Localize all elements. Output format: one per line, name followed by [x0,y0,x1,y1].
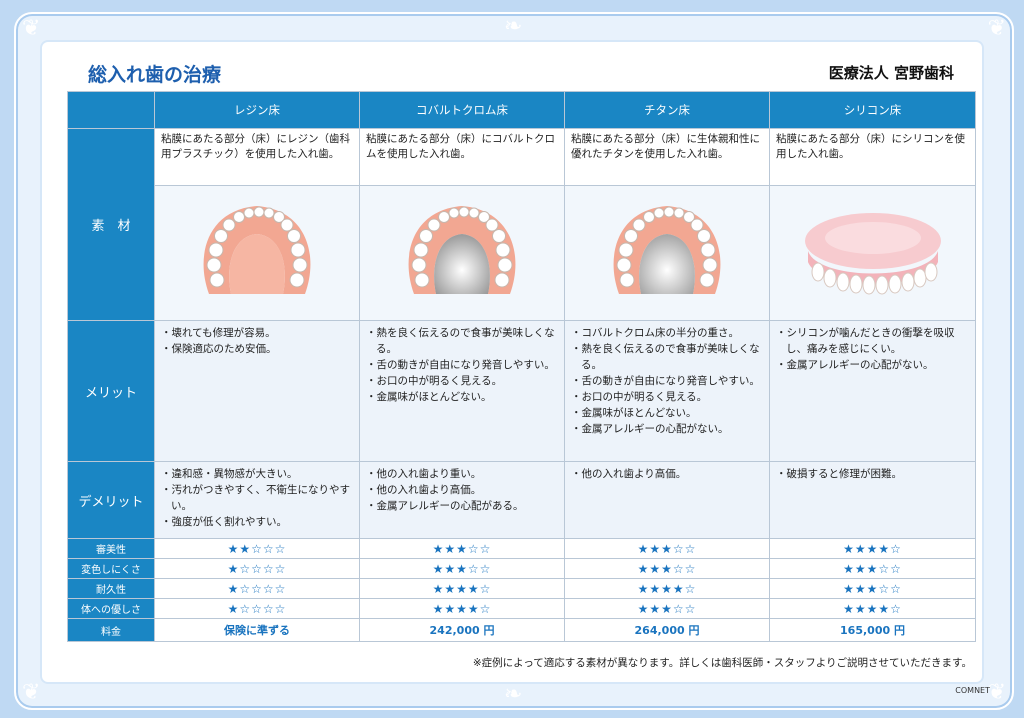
document-page: 総入れ歯の治療 医療法人 宮野歯科 レジン床 コバルトクロム床 チタン床 シリコ… [42,42,982,682]
star-rating: ★★★☆☆ [769,578,976,599]
list-item: ・熱を良く伝えるので食事が美味しくなる。 [571,343,760,371]
table-row: デメリット ・違和感・異物感が大きい。 ・汚れがつきやすく、不衛生になりやすい。… [67,461,976,539]
resin-denture-image [154,185,360,321]
cobalt-chrome-denture-image [359,185,565,321]
list-item: ・熱を良く伝えるので食事が美味しくなる。 [366,327,555,355]
rating-row: 審美性 ★★☆☆☆ ★★★☆☆ ★★★☆☆ ★★★★☆ [67,538,976,559]
list-item: ・金属アレルギーの心配がある。 [366,500,524,512]
rating-label: 審美性 [67,538,155,559]
ornament-icon: ❦ [22,680,41,705]
material-description: 粘膜にあたる部分（床）にレジン（歯科用プラスチック）を使用した入れ歯。 [154,128,360,186]
clinic-name: 医療法人 宮野歯科 [828,64,954,82]
list-item: ・お口の中が明るく見える。 [366,375,503,387]
rating-label: 体への優しさ [67,598,155,619]
star-rating: ★☆☆☆☆ [154,598,360,619]
star-rating: ★☆☆☆☆ [154,558,360,579]
star-rating: ★★★☆☆ [564,558,770,579]
merit-list: ・コバルトクロム床の半分の重さ。 ・熱を良く伝えるので食事が美味しくなる。 ・舌… [564,320,770,462]
rating-row: 変色しにくさ ★☆☆☆☆ ★★★☆☆ ★★★☆☆ ★★★☆☆ [67,558,976,579]
rating-label: 変色しにくさ [67,558,155,579]
column-header: コバルトクロム床 [359,91,565,129]
table-header-row: レジン床 コバルトクロム床 チタン床 シリコン床 [67,91,976,129]
list-item: ・金属アレルギーの心配がない。 [776,359,934,371]
list-item: ・他の入れ歯より高価。 [571,468,687,480]
table-row: 素 材 粘膜にあたる部分（床）にレジン（歯科用プラスチック）を使用した入れ歯。 … [67,128,976,321]
list-item: ・他の入れ歯より重い。 [366,468,482,480]
rating-label: 耐久性 [67,578,155,599]
demerit-list: ・他の入れ歯より重い。 ・他の入れ歯より高価。 ・金属アレルギーの心配がある。 [359,461,565,539]
ornament-icon: ❦ [22,16,41,41]
brand-mark: COMNET [955,686,990,695]
star-rating: ★★★★☆ [564,578,770,599]
demerit-list: ・他の入れ歯より高価。 [564,461,770,539]
list-item: ・壊れても修理が容易。 [161,327,276,339]
star-rating: ★★★☆☆ [769,558,976,579]
list-item: ・保険適応のため安価。 [161,343,277,355]
list-item: ・シリコンが噛んだときの衝撃を吸収し、痛みを感じにくい。 [776,327,955,355]
merit-list: ・熱を良く伝えるので食事が美味しくなる。 ・舌の動きが自由になり発音しやすい。 … [359,320,565,462]
star-rating: ★★★☆☆ [359,538,565,559]
column-header: チタン床 [564,91,770,129]
silicone-denture-image [769,185,976,321]
star-rating: ★★☆☆☆ [154,538,360,559]
price-value: 165,000 円 [769,618,976,642]
row-label-demerit: デメリット [67,461,155,539]
list-item: ・舌の動きが自由になり発音しやすい。 [571,375,760,387]
column-header: レジン床 [154,91,360,129]
price-row: 料金 保険に準ずる 242,000 円 264,000 円 165,000 円 [67,618,976,642]
list-item: ・強度が低く割れやすい。 [161,516,287,528]
merit-list: ・壊れても修理が容易。 ・保険適応のため安価。 [154,320,360,462]
star-rating: ★★★☆☆ [359,558,565,579]
star-rating: ★★★★☆ [359,578,565,599]
price-value: 242,000 円 [359,618,565,642]
list-item: ・お口の中が明るく見える。 [571,391,708,403]
ornament-icon: ❦ [987,680,1006,705]
price-value: 264,000 円 [564,618,770,642]
star-rating: ★★★★☆ [359,598,565,619]
footnote: ※症例によって適応する素材が異なります。詳しくは歯科医師・スタッフよりご説明させ… [472,657,972,669]
material-description: 粘膜にあたる部分（床）に生体親和性に優れたチタンを使用した入れ歯。 [564,128,770,186]
ornament-icon: ❦ [987,16,1006,41]
star-rating: ★★★★☆ [769,538,976,559]
list-item: ・舌の動きが自由になり発音しやすい。 [366,359,555,371]
titanium-denture-image [564,185,770,321]
rating-row: 耐久性 ★☆☆☆☆ ★★★★☆ ★★★★☆ ★★★☆☆ [67,578,976,599]
table-row [68,185,976,321]
merit-list: ・シリコンが噛んだときの衝撃を吸収し、痛みを感じにくい。 ・金属アレルギーの心配… [769,320,976,462]
table-row: メリット ・壊れても修理が容易。 ・保険適応のため安価。 ・熱を良く伝えるので食… [67,320,976,462]
star-rating: ★★★★☆ [769,598,976,619]
table-corner [67,91,155,129]
demerit-list: ・違和感・異物感が大きい。 ・汚れがつきやすく、不衛生になりやすい。 ・強度が低… [154,461,360,539]
star-rating: ★★★☆☆ [564,598,770,619]
ornament-icon: ❧ [504,14,523,39]
rating-row: 体への優しさ ★☆☆☆☆ ★★★★☆ ★★★☆☆ ★★★★☆ [67,598,976,619]
column-header: シリコン床 [769,91,976,129]
list-item: ・汚れがつきやすく、不衛生になりやすい。 [161,484,350,512]
demerit-list: ・破損すると修理が困難。 [769,461,976,539]
ornament-icon: ❧ [504,682,523,707]
material-description: 粘膜にあたる部分（床）にシリコンを使用した入れ歯。 [769,128,976,186]
price-label: 料金 [67,618,155,642]
list-item: ・違和感・異物感が大きい。 [161,468,298,480]
material-description: 粘膜にあたる部分（床）にコバルトクロムを使用した入れ歯。 [359,128,565,186]
list-item: ・金属アレルギーの心配がない。 [571,423,729,435]
list-item: ・コバルトクロム床の半分の重さ。 [571,327,739,339]
star-rating: ★☆☆☆☆ [154,578,360,599]
star-rating: ★★★☆☆ [564,538,770,559]
list-item: ・金属味がほとんどない。 [571,407,697,419]
comparison-table: レジン床 コバルトクロム床 チタン床 シリコン床 素 材 粘膜にあたる部分（床）… [67,91,976,642]
row-label-material: 素 材 [67,128,155,321]
price-value: 保険に準ずる [154,618,360,642]
list-item: ・金属味がほとんどない。 [366,391,492,403]
list-item: ・他の入れ歯より高価。 [366,484,482,496]
page-title: 総入れ歯の治療 [88,64,222,86]
row-label-merit: メリット [67,320,155,462]
list-item: ・破損すると修理が困難。 [776,468,902,480]
